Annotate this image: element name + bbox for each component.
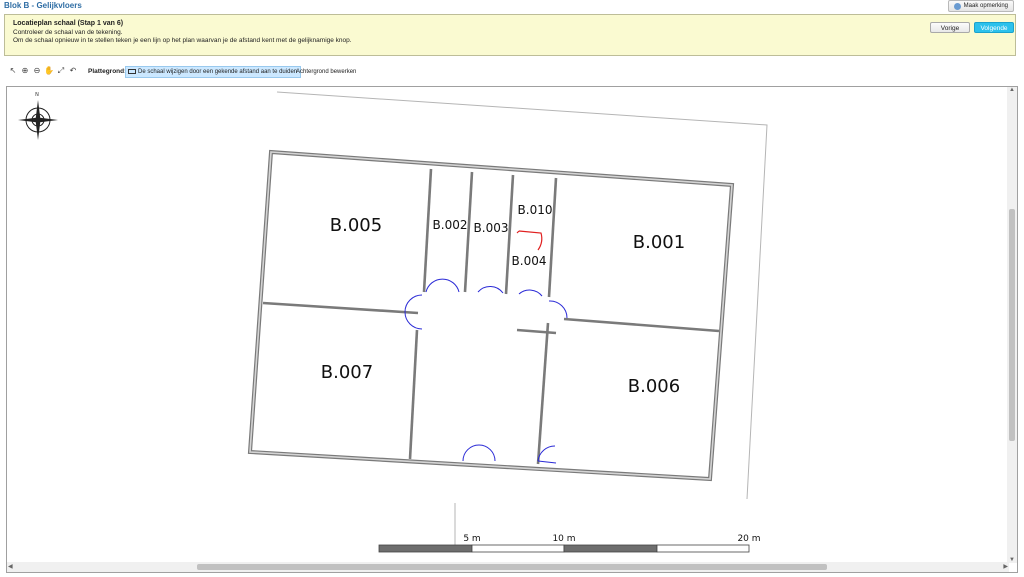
set-scale-button[interactable]: De schaal wijzigen door een gekende afst…	[125, 66, 302, 78]
zoom-in-icon[interactable]: ⊕	[20, 66, 30, 76]
pointer-icon[interactable]: ↖	[8, 66, 18, 76]
vertical-scroll-thumb[interactable]	[1009, 209, 1015, 441]
fit-extent-icon[interactable]: ⤢	[56, 66, 66, 76]
ruler-icon	[128, 69, 136, 74]
zoom-out-icon[interactable]: ⊖	[32, 66, 42, 76]
room-label: B.005	[330, 215, 382, 236]
room-labels: B.005 B.002 B.003 B.010 B.004 B.001 B.00…	[321, 203, 685, 397]
room-label: B.002	[433, 218, 468, 232]
step-instruction-2: Om de schaal opnieuw in te stellen teken…	[13, 37, 352, 44]
room-label: B.010	[518, 203, 553, 217]
doors	[404, 278, 568, 464]
highlighted-door	[516, 230, 543, 251]
room-label: B.006	[628, 376, 680, 397]
plan-canvas[interactable]: N B.005 B.002 B.003 B.010 B.004 B.001 B.…	[6, 86, 1018, 573]
vertical-scrollbar[interactable]: ▲ ▼	[1007, 87, 1017, 563]
compass-north-label: N	[35, 92, 39, 98]
scale-label: 10 m	[552, 534, 575, 544]
horizontal-scroll-thumb[interactable]	[197, 564, 827, 570]
step-panel: Locatieplan schaal (Stap 1 van 6) Contro…	[4, 14, 1016, 56]
room-label: B.007	[321, 362, 373, 383]
toolbar: ↖ ⊕ ⊖ ✋ ⤢ ↶ Plattegrond: De schaal wijzi…	[8, 66, 1008, 78]
site-boundary-line	[276, 91, 768, 500]
scroll-up-icon[interactable]: ▲	[1009, 87, 1015, 93]
compass-icon: N	[18, 92, 58, 140]
next-button[interactable]: Volgende	[974, 22, 1014, 33]
room-label: B.004	[512, 254, 547, 268]
title-bar: Blok B - Gelijkvloers Maak opmerking	[0, 0, 1024, 12]
floorplan-label: Plattegrond:	[88, 68, 127, 75]
edit-background-button[interactable]: Achtergrond bewerken	[296, 67, 356, 77]
comment-icon	[953, 2, 961, 10]
app-title: Blok B - Gelijkvloers	[4, 1, 82, 10]
scale-bar: 5 m 10 m 20 m	[378, 534, 761, 553]
pan-hand-icon[interactable]: ✋	[44, 66, 54, 76]
scroll-left-icon[interactable]: ◀	[8, 563, 13, 570]
step-instruction-1: Controleer de schaal van de tekening.	[13, 29, 123, 36]
room-label: B.003	[474, 221, 509, 235]
step-title: Locatieplan schaal (Stap 1 van 6)	[13, 20, 124, 27]
undo-icon[interactable]: ↶	[68, 66, 78, 76]
scale-label: 5 m	[463, 534, 480, 544]
scroll-down-icon[interactable]: ▼	[1009, 557, 1015, 563]
scale-label: 20 m	[737, 534, 760, 544]
horizontal-scrollbar[interactable]: ◀ ▶	[7, 562, 1009, 572]
interior-walls	[262, 168, 720, 465]
add-remark-button[interactable]: Maak opmerking	[947, 0, 1014, 12]
previous-button[interactable]: Vorige	[930, 22, 970, 33]
floorplan-drawing[interactable]: N B.005 B.002 B.003 B.010 B.004 B.001 B.…	[7, 87, 1009, 563]
set-scale-label: De schaal wijzigen door een gekende afst…	[138, 69, 298, 75]
add-remark-label: Maak opmerking	[963, 3, 1008, 9]
outer-wall	[247, 149, 735, 482]
room-label: B.001	[633, 232, 685, 253]
building: B.005 B.002 B.003 B.010 B.004 B.001 B.00…	[247, 149, 735, 482]
scroll-right-icon[interactable]: ▶	[1003, 563, 1008, 570]
